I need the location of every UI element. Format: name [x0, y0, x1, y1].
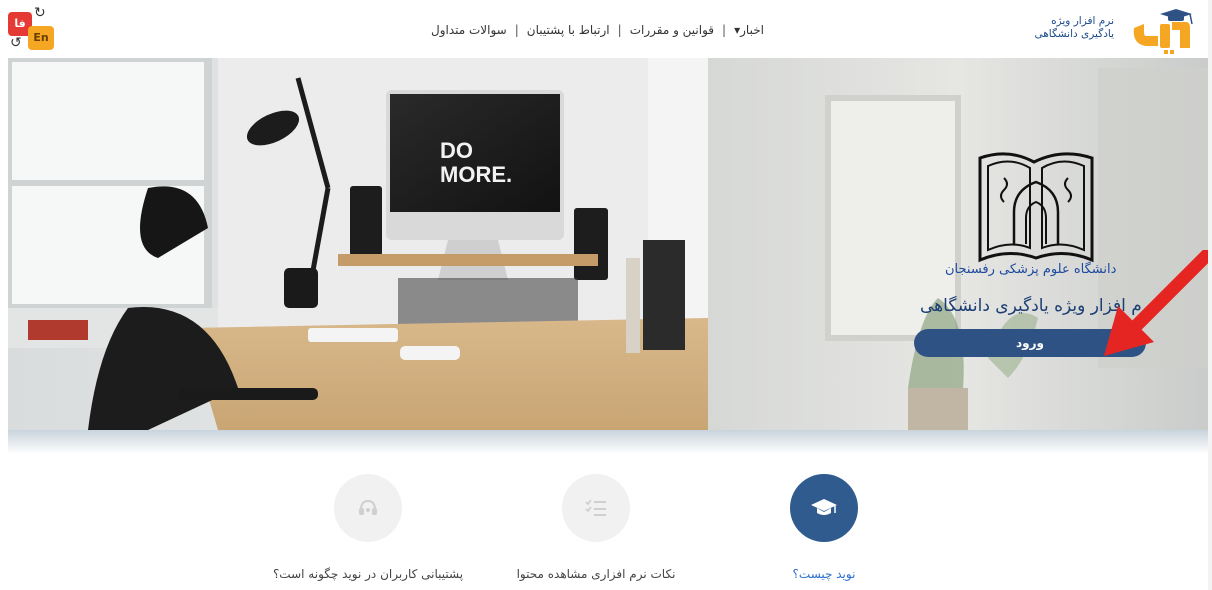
- brand-tagline: نرم افزار ویژه یادگیری دانشگاهی: [1035, 15, 1114, 41]
- feature-what-is-navid[interactable]: نوید چیست؟: [714, 474, 934, 581]
- monitor-text: MORE.: [440, 162, 512, 187]
- brand-logo[interactable]: نرم افزار ویژه یادگیری دانشگاهی: [1028, 6, 1198, 56]
- nav-item-news-dropdown[interactable]: اخبار▾: [728, 23, 770, 37]
- lang-en-badge[interactable]: En: [28, 26, 54, 50]
- language-switch[interactable]: فا En ↻ ↺: [8, 6, 56, 52]
- monitor-text: DO: [440, 138, 473, 163]
- hero-shadow: [8, 430, 1208, 454]
- brand-line-2: یادگیری دانشگاهی: [1034, 28, 1114, 40]
- nav-item-faq[interactable]: سوالات متداول: [425, 23, 513, 37]
- top-navbar: فا En ↻ ↺ سوالات متداول | ارتباط با پشتی…: [0, 0, 1212, 58]
- graduation-cap-icon[interactable]: [790, 474, 858, 542]
- feature-caption[interactable]: پشتیبانی کاربران در نوید چگونه است؟: [258, 567, 478, 581]
- checklist-icon[interactable]: [562, 474, 630, 542]
- nav-separator: |: [722, 23, 727, 37]
- feature-caption[interactable]: نوید چیست؟: [714, 567, 934, 581]
- page-scrollbar[interactable]: [1208, 0, 1212, 590]
- feature-caption[interactable]: نکات نرم افزاری مشاهده محتوا: [486, 567, 706, 581]
- swap-arrow-icon: ↻: [34, 5, 46, 21]
- nav-separator: |: [617, 23, 622, 37]
- headset-icon[interactable]: [334, 474, 402, 542]
- nav-item-support[interactable]: ارتباط با پشتیبان: [521, 23, 616, 37]
- hero-banner: DO MORE.: [8, 58, 1208, 430]
- nav-separator: |: [514, 23, 519, 37]
- main-menu: سوالات متداول | ارتباط با پشتیبان | قوان…: [425, 21, 770, 39]
- university-emblem-icon: [978, 152, 1094, 263]
- feature-viewing-tips[interactable]: نکات نرم افزاری مشاهده محتوا: [486, 474, 706, 581]
- university-name: دانشگاه علوم پزشکی رفسنجان: [945, 262, 1117, 277]
- brand-line-1: نرم افزار ویژه: [1051, 15, 1114, 27]
- swap-arrow-icon: ↺: [10, 35, 22, 51]
- red-arrow-icon: [1104, 250, 1212, 356]
- nav-item-rules[interactable]: قوانین و مقررات: [624, 23, 720, 37]
- feature-user-support[interactable]: پشتیبانی کاربران در نوید چگونه است؟: [258, 474, 478, 581]
- navid-logo-icon: [1133, 9, 1193, 54]
